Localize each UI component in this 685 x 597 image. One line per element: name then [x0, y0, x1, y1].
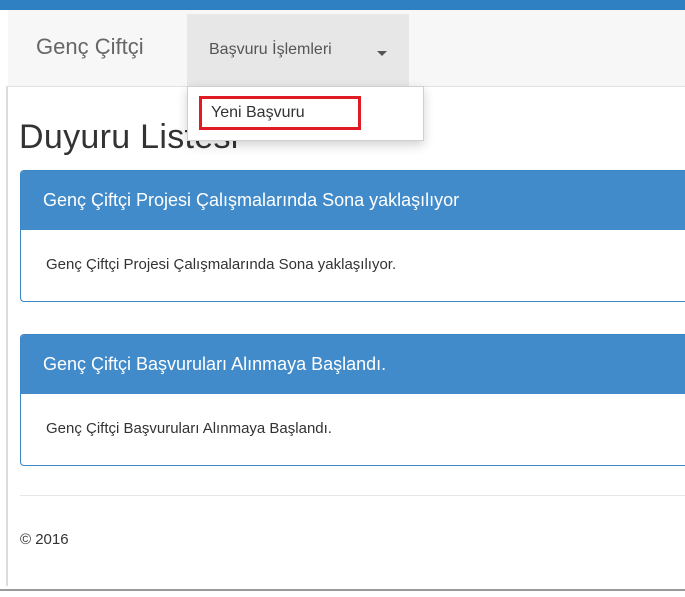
announcement-title: Genç Çiftçi Projesi Çalışmalarında Sona …	[21, 171, 685, 230]
announcement-body: Genç Çiftçi Başvuruları Alınmaya Başland…	[46, 420, 332, 437]
menu-item-yeni-basvuru[interactable]: Yeni Başvuru	[199, 96, 361, 130]
navbar: Genç Çiftçi Başvuru İşlemleri	[8, 10, 685, 87]
left-border	[6, 86, 8, 586]
brand-link[interactable]: Genç Çiftçi	[36, 34, 144, 60]
menu-label: Başvuru İşlemleri	[209, 41, 332, 58]
top-accent-bar	[0, 0, 685, 10]
announcement-body: Genç Çiftçi Projesi Çalışmalarında Sona …	[46, 256, 397, 273]
announcement-panel: Genç Çiftçi Projesi Çalışmalarında Sona …	[20, 170, 685, 302]
caret-down-icon	[377, 51, 387, 56]
announcement-panel: Genç Çiftçi Başvuruları Alınmaya Başland…	[20, 334, 685, 466]
basvuru-islemleri-menu[interactable]: Başvuru İşlemleri	[187, 14, 409, 86]
footer-divider	[20, 495, 685, 496]
dropdown-menu: Yeni Başvuru	[187, 86, 424, 141]
bottom-border	[0, 589, 685, 591]
footer-copyright: © 2016	[20, 531, 69, 548]
announcement-title: Genç Çiftçi Başvuruları Alınmaya Başland…	[21, 335, 685, 394]
